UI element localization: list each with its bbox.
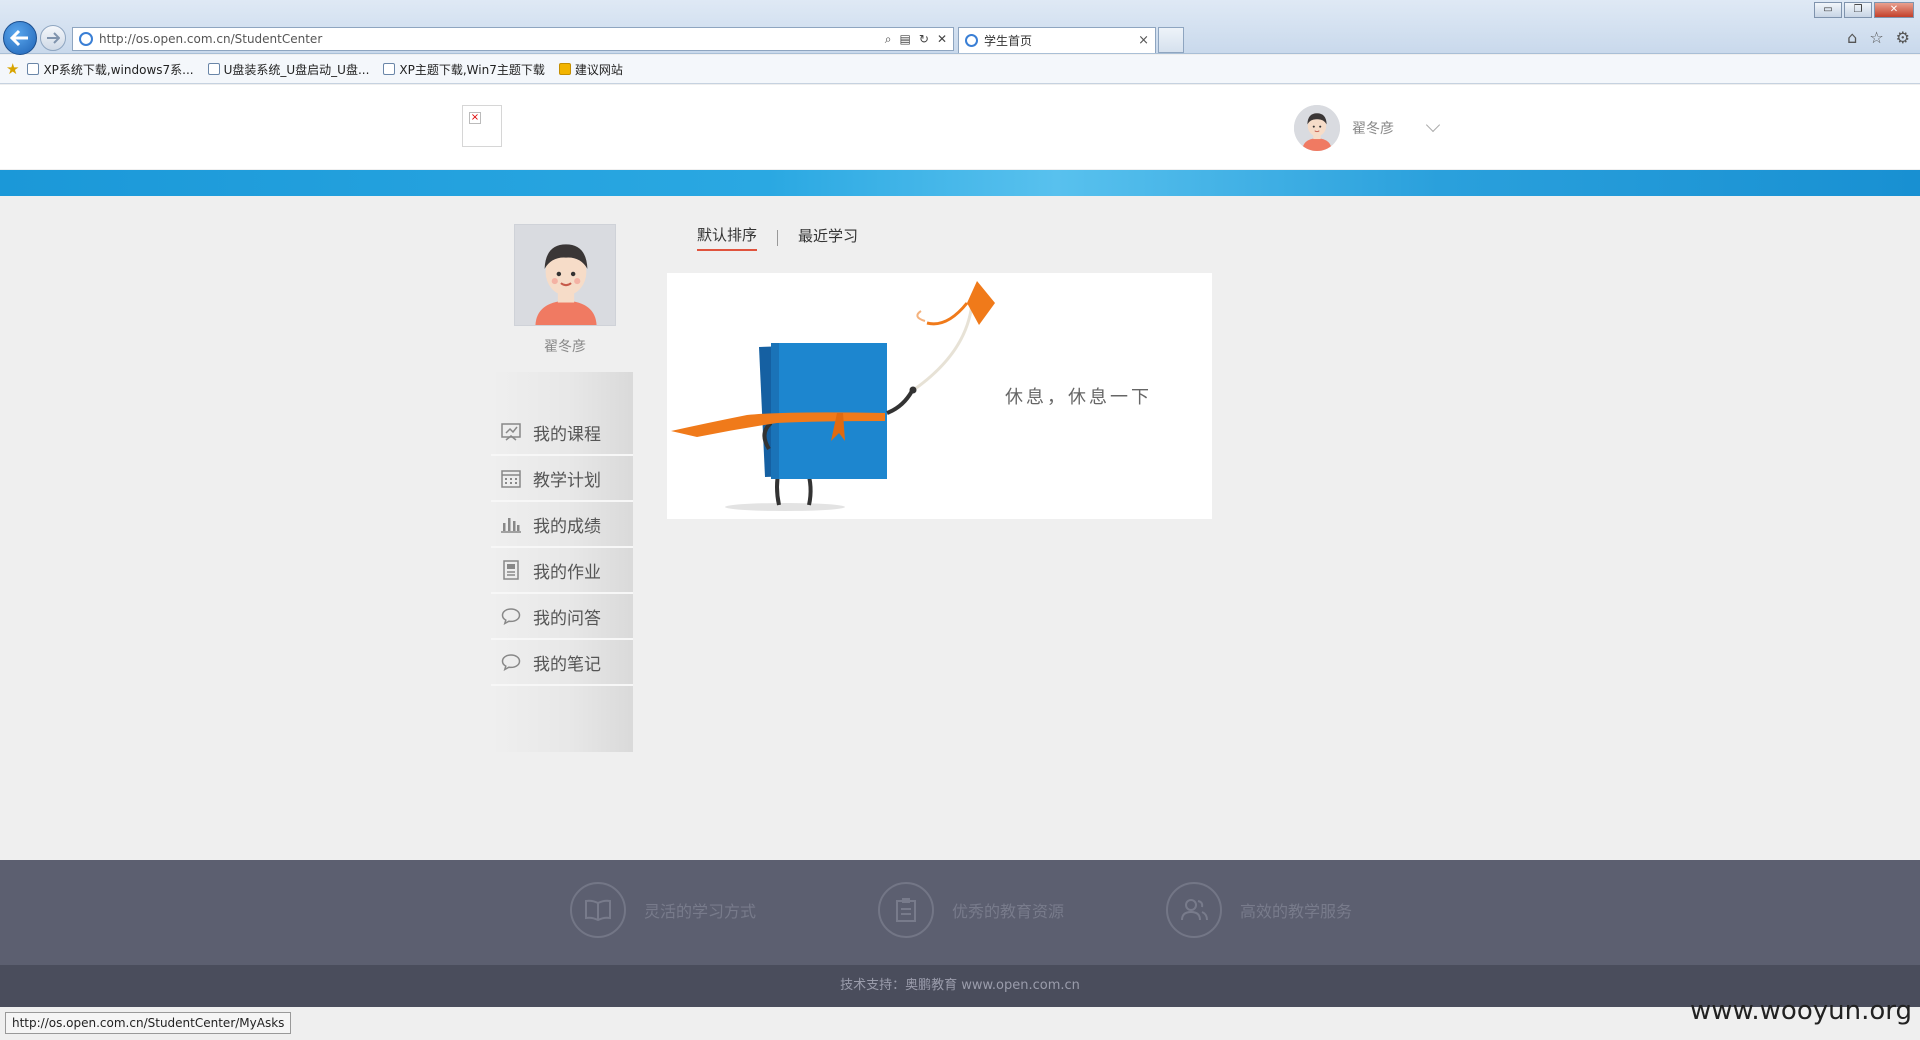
broken-logo-image[interactable]: × (462, 105, 502, 147)
page-icon (383, 63, 396, 75)
footer-support: 技术支持：奥鹏教育 www.open.com.cn (0, 965, 1920, 1007)
gear-icon[interactable]: ⚙ (1896, 28, 1910, 47)
sidebar-item-my-courses[interactable]: 我的课程 (491, 410, 633, 456)
refresh-icon[interactable]: ↻ (919, 32, 929, 47)
feature-label: 灵活的学习方式 (644, 902, 757, 921)
profile-avatar (514, 224, 616, 326)
status-url: http://os.open.com.cn/StudentCenter/MyAs… (5, 1012, 292, 1034)
back-button[interactable] (3, 21, 37, 55)
sidebar-item-label: 我的成绩 (533, 516, 601, 537)
bar-chart-icon (501, 514, 521, 534)
watermark: www.wooyun.org (1689, 996, 1912, 1026)
sidebar-item-my-homework[interactable]: 我的作业 (491, 548, 633, 594)
empty-state-message: 休息，休息一下 (1005, 387, 1152, 408)
feature-label: 优秀的教育资源 (952, 902, 1065, 921)
forward-button[interactable] (40, 25, 66, 51)
sort-tabs: 默认排序 最近学习 (697, 224, 858, 251)
address-bar[interactable]: http://os.open.com.cn/StudentCenter ⌕ ▤ … (72, 27, 954, 51)
sidebar-item-label: 我的课程 (533, 424, 601, 445)
empty-state-card: 休息，休息一下 (667, 273, 1212, 519)
browser-toolbar-right: ⌂ ☆ ⚙ (1847, 28, 1910, 47)
feature-education-resources: 优秀的教育资源 (878, 882, 1064, 938)
favorite-label: 建议网站 (574, 62, 623, 77)
compat-view-icon[interactable]: ▤ (900, 32, 911, 47)
page-icon (207, 63, 220, 75)
forward-arrow-icon (47, 32, 60, 44)
sidebar-item-label: 我的问答 (533, 608, 601, 629)
browser-titlebar: ▭ ❐ ✕ http://os.open.com.cn/StudentCente… (0, 0, 1920, 55)
course-icon (501, 422, 521, 442)
suggested-sites-icon (558, 63, 571, 75)
sidebar-item-my-grades[interactable]: 我的成绩 (491, 502, 633, 548)
favorite-link[interactable]: 建议网站 (558, 61, 623, 78)
address-url[interactable]: http://os.open.com.cn/StudentCenter (99, 32, 885, 46)
favorites-center-icon[interactable]: ★ (6, 60, 19, 78)
close-window-button[interactable]: ✕ (1874, 2, 1914, 18)
favorite-label: XP主题下载,Win7主题下载 (399, 62, 545, 77)
tab-divider (777, 229, 779, 246)
favorite-link[interactable]: XP系统下载,windows7系... (27, 61, 194, 78)
feature-label: 高效的教学服务 (1240, 902, 1353, 921)
minimize-button[interactable]: ▭ (1814, 2, 1842, 18)
favorite-label: U盘装系统_U盘启动_U盘... (223, 62, 370, 77)
avatar (1294, 105, 1340, 151)
chevron-down-icon[interactable] (1425, 117, 1441, 133)
search-icon[interactable]: ⌕ (885, 32, 892, 47)
profile-name: 翟冬彦 (544, 339, 586, 355)
sidebar-item-teaching-plan[interactable]: 教学计划 (491, 456, 633, 502)
favorite-label: XP系统下载,windows7系... (43, 62, 194, 77)
sidebar-menu: 我的课程 教学计划 我的成绩 我的作业 我的问答 我的笔记 (491, 410, 633, 686)
tab-default-sort[interactable]: 默认排序 (697, 224, 758, 251)
page-icon (27, 63, 40, 75)
calendar-icon (501, 468, 521, 488)
sidebar-item-label: 我的笔记 (533, 654, 601, 675)
window-controls: ▭ ❐ ✕ (1814, 2, 1914, 18)
broken-image-icon: × (469, 112, 481, 124)
stop-icon[interactable]: ✕ (937, 32, 947, 47)
favorite-link[interactable]: XP主题下载,Win7主题下载 (383, 61, 545, 78)
new-tab-button[interactable] (1158, 27, 1184, 53)
site-header: × 翟冬彦 (0, 85, 1920, 169)
back-arrow-icon (10, 29, 28, 47)
footer-features: 灵活的学习方式 优秀的教育资源 高效的教学服务 (0, 860, 1920, 965)
header-user-name[interactable]: 翟冬彦 (1352, 118, 1394, 138)
restore-button[interactable]: ❐ (1844, 2, 1872, 18)
users-icon (1166, 882, 1222, 938)
sidebar-item-my-qa[interactable]: 我的问答 (491, 594, 633, 640)
header-banner (0, 170, 1920, 196)
home-icon[interactable]: ⌂ (1847, 28, 1857, 47)
homework-icon (501, 560, 521, 580)
feature-flexible-learning: 灵活的学习方式 (570, 882, 756, 938)
tab-title: 学生首页 (984, 34, 1033, 48)
favorites-star-icon[interactable]: ☆ (1869, 28, 1883, 47)
chat-bubble-icon (501, 606, 521, 626)
sidebar-item-my-notes[interactable]: 我的笔记 (491, 640, 633, 686)
favorite-link[interactable]: U盘装系统_U盘启动_U盘... (207, 61, 370, 78)
chat-bubble-icon (501, 652, 521, 672)
tab-page-icon (965, 34, 978, 47)
address-tools: ⌕ ▤ ↻ ✕ (885, 32, 947, 47)
browser-tab[interactable]: 学生首页 × (958, 27, 1156, 53)
sidebar-item-label: 我的作业 (533, 562, 601, 583)
tab-close-button[interactable]: × (1138, 33, 1149, 48)
sidebar-item-label: 教学计划 (533, 470, 601, 491)
tab-recent-study[interactable]: 最近学习 (798, 225, 858, 250)
user-menu[interactable]: 翟冬彦 (1294, 105, 1441, 151)
book-mascot-illustration (671, 281, 995, 511)
clipboard-icon (878, 882, 934, 938)
book-icon (570, 882, 626, 938)
feature-teaching-service: 高效的教学服务 (1166, 882, 1352, 938)
favorites-bar: ★ XP系统下载,windows7系... U盘装系统_U盘启动_U盘... X… (0, 55, 1920, 84)
ie-page-icon (79, 32, 93, 46)
